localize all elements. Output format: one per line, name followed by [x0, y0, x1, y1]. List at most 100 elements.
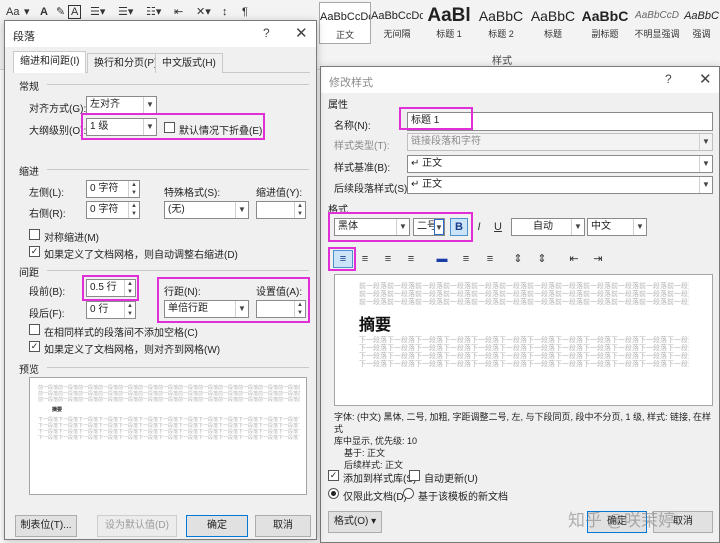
sort-icon[interactable]: ↕ [222, 3, 228, 21]
increase-indent-icon[interactable]: ⇥ [589, 250, 607, 268]
right-indent-spinner[interactable]: 0 字符 ▲ ▼ [86, 201, 140, 219]
style-label: 正文 [335, 30, 354, 40]
new-template-radio[interactable] [403, 488, 414, 499]
style-normal[interactable]: AaBbCcDc 正文 [319, 2, 371, 44]
style-label: 标题 2 [488, 29, 514, 39]
underline-button[interactable]: U [489, 218, 507, 236]
style-subtitle[interactable]: AaBbC 副标题 [579, 2, 631, 44]
snap-to-grid-checkbox[interactable]: ✓ [29, 341, 40, 352]
one-half-spacing-icon[interactable]: ≡ [457, 250, 475, 268]
spinner-arrows-icon[interactable]: ▲ ▼ [294, 202, 305, 218]
based-on-value: ↵ 正文 [411, 158, 443, 169]
mirror-indent-checkbox[interactable] [29, 229, 40, 240]
font-color-select[interactable]: 自动 ▼ [511, 218, 585, 236]
help-icon[interactable]: ? [665, 72, 672, 86]
font-color-value: 自动 [533, 221, 553, 232]
style-no-spacing[interactable]: AaBbCcDc 无间隔 [371, 2, 423, 44]
chevron-down-icon: ▼ [571, 219, 584, 235]
tab-asian-typography[interactable]: 中文版式(H) [155, 53, 223, 73]
align-right-icon[interactable]: ≡ [379, 250, 397, 268]
style-label: 不明显强调 [634, 29, 680, 39]
indent-by-label: 缩进值(Y): [256, 188, 303, 199]
close-icon[interactable]: ✕ [699, 70, 712, 88]
chevron-down-icon[interactable]: ▾ [24, 3, 30, 21]
char-border-icon[interactable]: A [68, 5, 82, 19]
properties-header: 属性 [328, 100, 348, 111]
numbering-icon[interactable]: ☰▾ [118, 3, 133, 21]
add-to-gallery-checkbox[interactable]: ✓ [328, 470, 339, 481]
style-sample: AaBbC [581, 8, 629, 24]
tabs-button[interactable]: 制表位(T)... [15, 515, 77, 537]
tab-indents-spacing[interactable]: 缩进和间距(I) [13, 51, 87, 73]
chevron-down-icon: ▼ [699, 156, 712, 172]
paragraph-ok-button[interactable]: 确定 [186, 515, 248, 537]
space-after-value: 0 行 [90, 304, 109, 315]
style-emphasis[interactable]: AaBbC 强调 [683, 2, 720, 44]
align-center-icon[interactable]: ≡ [356, 250, 374, 268]
spinner-arrows-icon[interactable]: ▲ ▼ [128, 181, 139, 197]
dialog-title: 修改样式 [329, 77, 373, 89]
multilevel-list-icon[interactable]: ☷▾ [146, 3, 161, 21]
help-icon[interactable]: ? [263, 26, 270, 40]
preview-header: 预览 [19, 365, 39, 376]
justify-icon[interactable]: ≡ [402, 250, 420, 268]
language-select[interactable]: 中文 ▼ [587, 218, 647, 236]
dialog-title: 段落 [13, 31, 35, 43]
next-style-select[interactable]: ↵ 正文 ▼ [407, 176, 713, 194]
style-type-select: 链接段落和字符 ▼ [407, 133, 713, 151]
style-heading-2[interactable]: AaBbC 标题 2 [475, 2, 527, 44]
auto-right-indent-checkbox[interactable]: ✓ [29, 246, 40, 257]
increase-spacing-icon[interactable]: ⇕ [509, 250, 527, 268]
no-space-same-style-label: 在相同样式的段落间不添加空格(C) [44, 328, 198, 339]
phonetic-guide-icon[interactable]: A [40, 3, 48, 21]
chevron-down-icon: ▼ [699, 177, 712, 193]
style-title[interactable]: AaBbC 标题 [527, 2, 579, 44]
double-spacing-icon[interactable]: ≡ [481, 250, 499, 268]
paragraph-cancel-button[interactable]: 取消 [255, 515, 311, 537]
special-indent-select[interactable]: (无) ▼ [164, 201, 249, 219]
chevron-down-icon: ▼ [633, 219, 646, 235]
next-style-label: 后续段落样式(S): [334, 184, 411, 195]
name-highlight [399, 107, 473, 130]
preview-next-line: 下一段落下一段落下一段落下一段落下一段落下一段落下一段落下一段落下一段落下一段落… [359, 361, 689, 368]
spacing-header: 间距 [19, 268, 39, 279]
alignment-select[interactable]: 左对齐 ▼ [86, 96, 157, 114]
chinese-layout-icon[interactable]: ✕▾ [196, 3, 211, 21]
spinner-arrows-icon[interactable]: ▲ ▼ [128, 202, 139, 218]
indentation-header: 缩进 [19, 167, 39, 178]
decrease-indent-icon[interactable]: ⇤ [565, 250, 583, 268]
style-subtle-emphasis[interactable]: AaBbCcD 不明显强调 [631, 2, 683, 44]
divider [47, 367, 309, 368]
show-marks-icon[interactable]: ¶ [242, 3, 248, 21]
style-sample: AaBbC [478, 8, 524, 24]
decrease-spacing-icon[interactable]: ⇕ [533, 250, 551, 268]
font-highlight [328, 212, 473, 242]
styles-group-label: 样式 [492, 56, 512, 67]
indent-by-spinner[interactable]: ▲ ▼ [256, 201, 306, 219]
auto-update-checkbox[interactable] [409, 470, 420, 481]
chevron-down-icon: ▼ [235, 202, 248, 218]
no-space-same-style-checkbox[interactable] [29, 324, 40, 335]
language-value: 中文 [591, 221, 611, 232]
divider [47, 270, 309, 271]
preview-heading: 摘要 [52, 407, 63, 413]
close-icon[interactable]: ✕ [295, 24, 308, 42]
next-style-value: ↵ 正文 [411, 179, 443, 190]
left-indent-label: 左侧(L): [29, 188, 64, 199]
single-spacing-icon[interactable]: ▬ [433, 250, 451, 268]
clear-format-icon[interactable]: ✎ [56, 3, 65, 21]
left-indent-spinner[interactable]: 0 字符 ▲ ▼ [86, 180, 140, 198]
tab-line-page-breaks[interactable]: 换行和分页(P) [87, 53, 165, 73]
format-menu-button[interactable]: 格式(O) ▾ [328, 511, 382, 533]
spinner-arrows-icon[interactable]: ▲ ▼ [124, 302, 135, 318]
style-heading-1[interactable]: AaBl 标题 1 [423, 2, 475, 44]
line-spacing-highlight [157, 277, 310, 323]
add-to-gallery-label: 添加到样式库(S) [343, 474, 417, 485]
decrease-indent-icon[interactable]: ⇤ [174, 3, 183, 21]
bullets-icon[interactable]: ☰▾ [90, 3, 105, 21]
space-after-label: 段后(F): [29, 309, 65, 320]
font-size-button[interactable]: Aa [6, 3, 19, 21]
based-on-select[interactable]: ↵ 正文 ▼ [407, 155, 713, 173]
space-after-spinner[interactable]: 0 行 ▲ ▼ [86, 301, 136, 319]
only-this-doc-radio[interactable] [328, 488, 339, 499]
